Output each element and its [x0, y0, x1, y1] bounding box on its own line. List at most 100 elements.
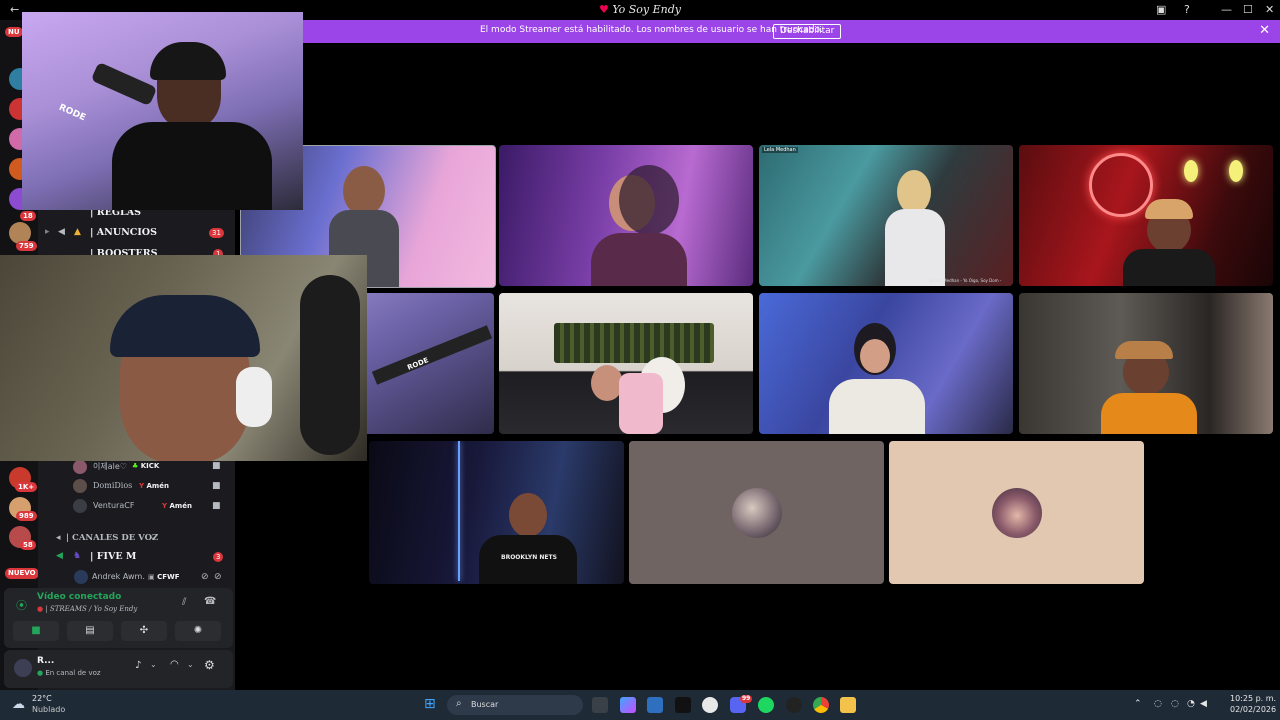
microphone-icon[interactable]: ♪: [135, 660, 141, 671]
streamer-cap: [150, 42, 226, 80]
headset: [236, 367, 272, 427]
store-icon[interactable]: [647, 697, 663, 713]
neon-light: [1229, 160, 1243, 182]
neon-light: [1184, 160, 1198, 182]
voice-user-name[interactable]: Andrek Awm.: [92, 572, 145, 581]
chevron-up-icon[interactable]: ⌃: [1134, 699, 1142, 709]
video-tile[interactable]: Lela Medhan @Lela_Medhan - Yo Oigo, Soy …: [759, 145, 1013, 286]
headphones-icon[interactable]: ◠: [170, 659, 179, 670]
obs-icon[interactable]: [786, 697, 802, 713]
gaming-chair: [619, 373, 663, 434]
participant-figure: [1101, 393, 1197, 434]
screen-share-button[interactable]: ▤: [67, 621, 113, 641]
user-name: R...: [37, 656, 55, 666]
clock-date[interactable]: 02/02/2026: [1230, 705, 1276, 714]
streamer-webcam-top: RODE: [22, 12, 303, 210]
maximize-icon[interactable]: ☐: [1243, 3, 1253, 16]
collapse-arrow-icon[interactable]: ▸: [45, 227, 50, 237]
tray-icon[interactable]: ◌: [1154, 699, 1162, 709]
deafened-icon: ⊘: [214, 572, 222, 582]
disable-streamer-button[interactable]: Deshabilitar: [773, 24, 842, 39]
new-server-badge: NUEVO: [5, 568, 39, 579]
soundboard-button[interactable]: ✺: [175, 621, 221, 641]
streamer-mode-banner: El modo Streamer está habilitado. Los no…: [300, 20, 1280, 43]
spotify-icon[interactable]: [758, 697, 774, 713]
user-status: ● En canal de voz: [37, 669, 101, 677]
server-badge: 1K+: [15, 482, 38, 492]
video-tile[interactable]: [759, 293, 1013, 434]
video-tile[interactable]: BROOKLYN NETS: [369, 441, 624, 584]
camera-icon: ■: [212, 481, 221, 491]
mic-arm: [371, 325, 493, 385]
voice-channel-icon: ◀: [56, 551, 63, 561]
gear-icon[interactable]: ⚙: [204, 658, 215, 672]
chrome-icon[interactable]: [813, 697, 829, 713]
minimize-icon[interactable]: —: [1221, 3, 1232, 16]
avatar: [74, 570, 88, 584]
voice-category[interactable]: | CANALES DE VOZ: [66, 533, 158, 543]
wifi-icon[interactable]: ◔: [1187, 699, 1195, 709]
activities-button[interactable]: ✣: [121, 621, 167, 641]
chevron-down-icon[interactable]: ⌄: [150, 660, 157, 669]
voice-connection-panel: ⦿ Vídeo conectado ● | STREAMS / Yo Soy E…: [4, 588, 233, 648]
file-explorer-icon[interactable]: [840, 697, 856, 713]
chair: [300, 275, 360, 455]
server-badge: 759: [16, 241, 37, 251]
neon-sign: [1089, 153, 1153, 217]
game-icon: ♞: [73, 551, 82, 561]
inbox-icon[interactable]: ▣: [1156, 3, 1166, 16]
start-icon[interactable]: ⊞: [424, 696, 436, 712]
chevron-down-icon[interactable]: ⌄: [150, 533, 156, 541]
avatar: [73, 460, 87, 474]
app-icon[interactable]: [702, 697, 718, 713]
terminal-icon[interactable]: [675, 697, 691, 713]
copilot-icon[interactable]: [620, 697, 636, 713]
voice-user-name[interactable]: VenturaCF: [93, 501, 134, 510]
voice-user-tag: ♣ KICK: [132, 462, 160, 470]
camera-button[interactable]: ■: [13, 621, 59, 641]
help-icon[interactable]: ?: [1184, 3, 1190, 16]
led-strip: [458, 441, 460, 581]
close-window-icon[interactable]: ✕: [1265, 3, 1274, 16]
task-view-icon[interactable]: [592, 697, 608, 713]
search-placeholder: Buscar: [471, 700, 499, 709]
user-panel: R... ● En canal de voz ♪ ⌄ ◠ ⌄ ⚙: [4, 650, 233, 688]
banner-text: El modo Streamer está habilitado. Los no…: [480, 25, 823, 35]
weather-desc: Nublado: [32, 705, 66, 714]
voice-user-name[interactable]: 이제ale♡: [93, 461, 127, 472]
voice-channel-name[interactable]: ● | STREAMS / Yo Soy Endy: [37, 605, 137, 613]
taskbar: ☁ 22°C Nublado ⊞ ⌕ Buscar 99 ⌃ ◌ ◌ ◔ ◀ 1…: [0, 690, 1280, 720]
server-badge: 989: [16, 511, 37, 521]
disconnect-icon[interactable]: ☎: [204, 596, 216, 607]
weather-temp: 22°C: [32, 694, 52, 703]
jersey-text: BROOKLYN NETS: [501, 554, 557, 561]
video-tile[interactable]: [499, 293, 753, 434]
video-tile[interactable]: [1019, 293, 1273, 434]
megaphone-icon: ◀: [58, 227, 65, 237]
mic-arm: [90, 61, 158, 107]
participant-figure: [1123, 249, 1215, 286]
video-tile[interactable]: [1019, 145, 1273, 286]
video-tile[interactable]: [499, 145, 753, 286]
participant-avatar: [991, 487, 1042, 538]
wall-decoration: [554, 323, 714, 363]
camera-icon: ■: [212, 501, 221, 511]
channel-anuncios[interactable]: | ANUNCIOS: [90, 227, 157, 238]
weather-icon[interactable]: ☁: [12, 697, 25, 712]
volume-icon[interactable]: ◀: [1200, 699, 1207, 709]
close-banner-icon[interactable]: ✕: [1259, 23, 1270, 38]
search-box[interactable]: ⌕ Buscar: [447, 695, 583, 715]
video-tile-avatar[interactable]: [629, 441, 884, 584]
chevron-down-icon[interactable]: ⌄: [187, 660, 194, 669]
streamer-webcam-bottom: [0, 255, 367, 461]
noise-suppression-icon[interactable]: ⫽: [182, 597, 186, 608]
channel-badge: 3: [213, 552, 224, 562]
signal-icon: ⦿: [16, 599, 27, 612]
clock-time[interactable]: 10:25 p. m.: [1230, 694, 1276, 703]
mic-brand: RODE: [57, 102, 88, 124]
voice-channel-five-m[interactable]: | FIVE M: [90, 551, 136, 562]
tray-icon[interactable]: ◌: [1171, 699, 1179, 709]
voice-user-name[interactable]: DomiDios: [93, 481, 132, 490]
video-tile-avatar[interactable]: [889, 441, 1144, 584]
avatar[interactable]: [14, 659, 32, 677]
